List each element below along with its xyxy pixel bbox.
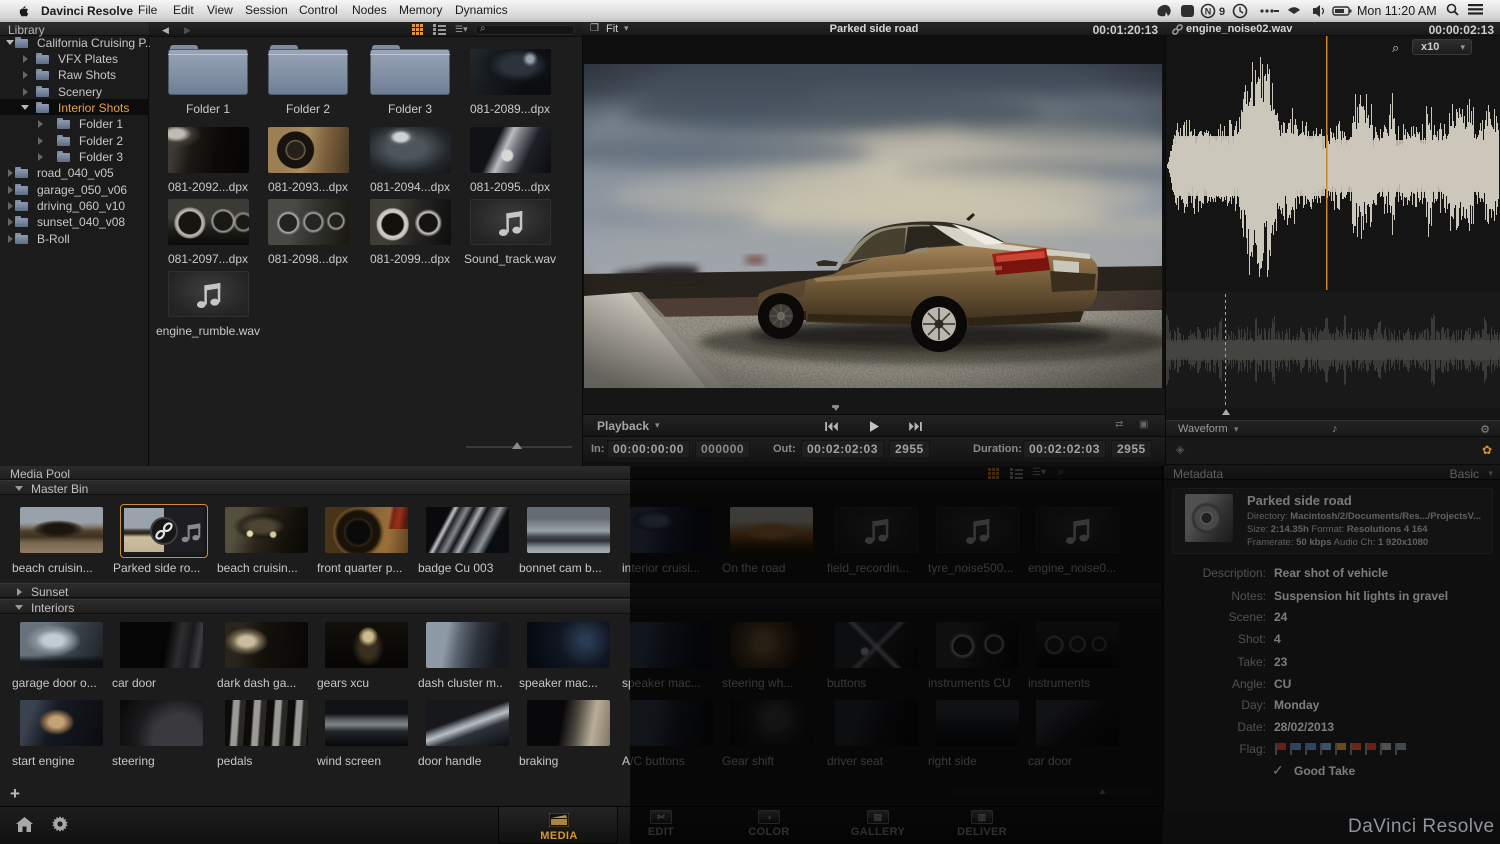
svg-text:9: 9 [1219,6,1225,18]
svg-text:N: N [1205,7,1212,17]
